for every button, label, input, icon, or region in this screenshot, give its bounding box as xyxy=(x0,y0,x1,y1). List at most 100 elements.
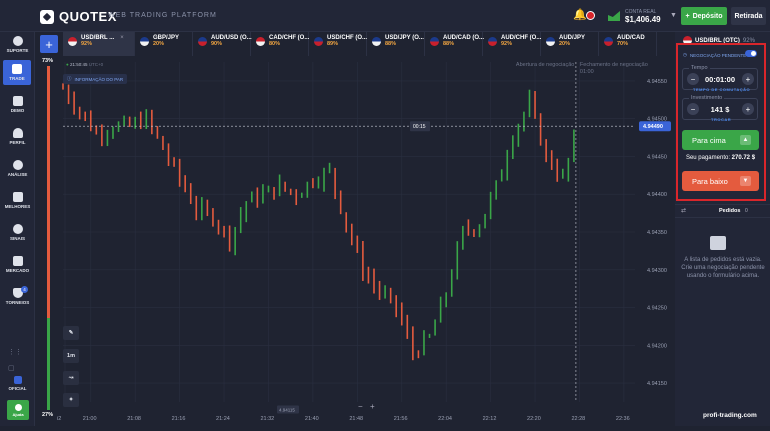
x-tick-label: 21:24 xyxy=(216,416,230,422)
asset-tab[interactable]: AUD/CAD (O... 88% xyxy=(425,32,484,56)
asset-flag-icon xyxy=(604,37,613,46)
asset-tab[interactable]: USD/CHF (O... 89% xyxy=(309,32,367,56)
timeframe-button[interactable]: 1m xyxy=(63,349,79,363)
chart-type-button[interactable]: ✦ xyxy=(63,393,79,407)
candlestick-chart[interactable]: 4.945504.945004.944504.944004.943504.943… xyxy=(35,56,675,426)
deposit-label: Depósito xyxy=(692,12,723,20)
asset-tab-percent: 90% xyxy=(211,41,223,47)
chevron-down-icon: ▼ xyxy=(670,12,677,19)
notification-bell-icon[interactable]: 🔔 xyxy=(573,8,587,22)
orders-header: ⇄ Pedidos 0 xyxy=(675,204,770,218)
watermark: profi-trading.com xyxy=(703,412,757,419)
support-icon xyxy=(12,36,23,46)
help-icon xyxy=(14,403,22,411)
asset-tab[interactable]: USD/BRL ... 92% × xyxy=(63,32,135,56)
sidebar-item-label: SINAIS xyxy=(9,236,25,241)
sidebar-item-trade[interactable]: TRADE xyxy=(3,60,31,85)
sidebar-item-label: OFICIAL xyxy=(8,386,27,391)
asset-flag-icon xyxy=(546,37,555,46)
add-asset-button[interactable]: + xyxy=(40,35,58,53)
asset-flag-icon xyxy=(372,37,381,46)
y-tick-label: 4.94350 xyxy=(647,230,667,236)
closing-label: Fechamento de negociação xyxy=(580,62,648,68)
x-tick-label: 22:36 xyxy=(616,416,630,422)
cursor-price-label: 4.94115 xyxy=(279,408,295,413)
sidebar-item-analysis[interactable]: ANÁLISE xyxy=(0,160,35,177)
withdraw-button[interactable]: Retirada xyxy=(731,7,766,25)
language-flag-icon[interactable] xyxy=(586,11,595,20)
sidebar-item-label: TORNEIOS xyxy=(5,300,30,305)
opening-label: Abertura de negociação xyxy=(516,62,574,68)
orders-tab[interactable]: Pedidos xyxy=(719,208,740,214)
asset-tab[interactable]: USD/JPY (O... 88% xyxy=(367,32,425,56)
sidebar-item-signals[interactable]: SINAIS xyxy=(0,224,35,241)
sidebar-item-best[interactable]: MELHORES xyxy=(0,192,35,209)
sidebar-item-demo[interactable]: DEMO xyxy=(0,96,35,113)
sidebar-item-label: SUPORTE xyxy=(6,48,29,53)
swap-icon[interactable]: ⇄ xyxy=(681,207,686,214)
x-tick-label: 21:08 xyxy=(127,416,141,422)
sidebar-item-label: MELHORES xyxy=(4,204,31,209)
help-button[interactable]: Ajuda xyxy=(7,400,29,420)
asset-tab-text: GBP/JPY 20% xyxy=(153,35,179,47)
cart-icon xyxy=(12,256,23,266)
asset-tab[interactable]: AUD/CAD 70% xyxy=(599,32,657,56)
sidebar-item-tournaments[interactable]: TORNEIOS xyxy=(0,288,35,305)
asset-tab[interactable]: AUD/CHF (O... 92% xyxy=(483,32,541,56)
logo-icon xyxy=(40,9,54,24)
y-tick-label: 4.94300 xyxy=(647,268,667,274)
price-chart[interactable]: 4.94550 4.94500 4.94450 4.94400 4.94350 4.943… xyxy=(35,56,675,426)
close-tab-icon[interactable]: × xyxy=(120,35,124,41)
settings-dots-icon[interactable]: ⋮⋮ xyxy=(8,348,22,356)
x-tick-label: 21:48 xyxy=(349,416,363,422)
zoom-out-button[interactable]: − xyxy=(358,402,363,411)
asset-flag-icon xyxy=(198,37,207,46)
orders-count: 0 xyxy=(745,208,748,214)
server-time: ● 21:50:45 UTC+0 xyxy=(66,62,104,67)
indicators-button[interactable]: ↝ xyxy=(63,371,79,385)
trade-chart-icon xyxy=(12,64,22,74)
x-tick-label: 22:28 xyxy=(571,416,585,422)
account-switcher[interactable]: CONTA REAL $1,406.49 ▼ xyxy=(608,5,677,27)
account-balance: $1,406.49 xyxy=(625,14,661,24)
pair-info-button[interactable]: ⓘ INFORMAÇÃO DO PAR xyxy=(63,74,128,84)
x-tick-label: 21:32 xyxy=(260,416,274,422)
y-tick-label: 4.94150 xyxy=(647,381,667,387)
draw-tool-button[interactable]: ✎ xyxy=(63,326,79,340)
sidebar-item-official[interactable]: OFICIAL xyxy=(0,376,35,391)
asset-tab-text: USD/JPY (O... 88% xyxy=(385,35,424,47)
asset-tab[interactable]: GBP/JPY 20% xyxy=(135,32,193,56)
asset-tab-text: USD/BRL ... 92% xyxy=(81,35,114,47)
fullscreen-icon[interactable]: ▢ xyxy=(8,364,15,372)
bar-chart-icon xyxy=(12,192,23,202)
pencil-icon: ✎ xyxy=(68,330,74,336)
highlight-frame xyxy=(676,43,766,201)
brand-logo[interactable]: QUOTEX xyxy=(40,9,117,24)
account-chart-icon xyxy=(608,11,620,21)
help-label: Ajuda xyxy=(12,411,24,417)
zoom-in-button[interactable]: + xyxy=(370,402,375,411)
asset-tab[interactable]: CAD/CHF (O... 80% xyxy=(251,32,309,56)
sidebar-item-market[interactable]: MERCADO xyxy=(0,256,35,273)
pie-chart-icon xyxy=(12,160,23,170)
asset-tab[interactable]: AUD/USD (O... 90% xyxy=(193,32,252,56)
asset-tab-percent: 92% xyxy=(81,41,93,47)
deposit-button[interactable]: + Depósito xyxy=(681,7,727,25)
sidebar-item-support[interactable]: SUPORTE xyxy=(0,36,35,53)
asset-tab-text: CAD/CHF (O... 80% xyxy=(269,35,309,47)
asset-flag-icon xyxy=(430,37,439,46)
x-tick-label: i2 xyxy=(57,416,61,422)
sidebar-item-label: TRADE xyxy=(9,76,25,81)
down-percent: 27% xyxy=(42,412,54,418)
asset-tab[interactable]: AUD/JPY 20% xyxy=(541,32,599,56)
x-tick-label: 21:00 xyxy=(83,416,97,422)
sidebar-item-label: MERCADO xyxy=(5,268,30,273)
current-price-label: 4.94490 xyxy=(643,124,663,130)
orders-empty-message: A lista de pedidos está vazia. Crie uma … xyxy=(681,257,765,279)
sidebar-item-profile[interactable]: PERFIL xyxy=(0,128,35,145)
sidebar-item-label: ANÁLISE xyxy=(7,172,28,177)
y-tick-label: 4.94550 xyxy=(647,79,667,85)
x-tick-label: 22:12 xyxy=(483,416,497,422)
y-tick-label: 4.94450 xyxy=(647,154,667,160)
info-icon: ⓘ xyxy=(67,76,72,81)
